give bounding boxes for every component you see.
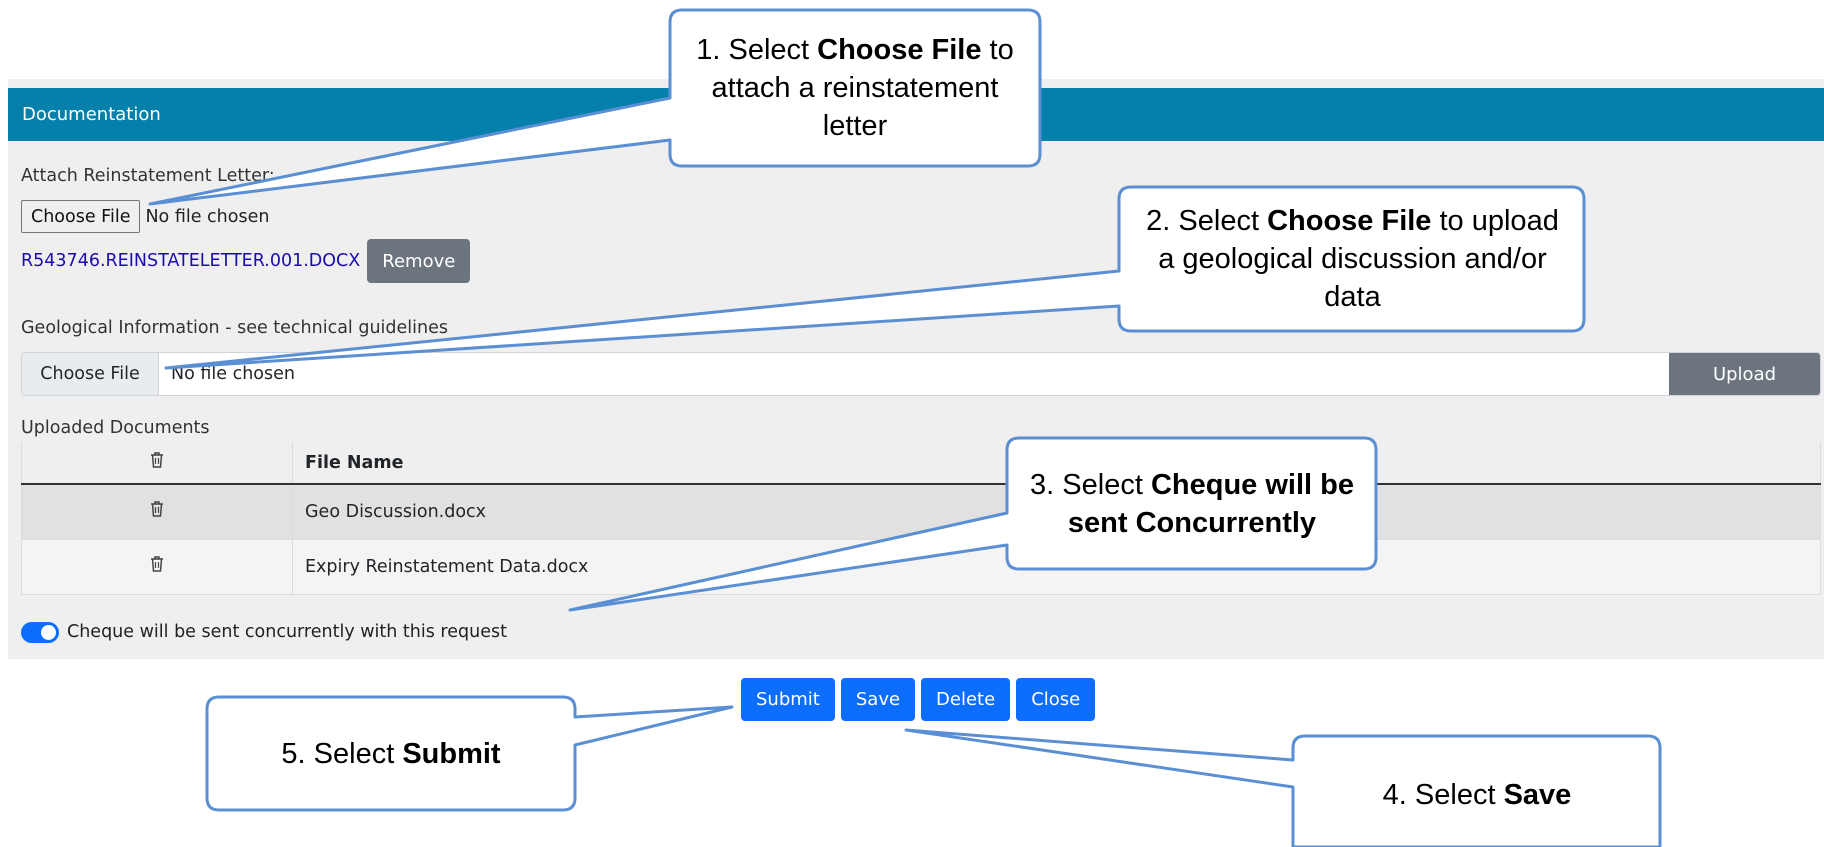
letter-choose-file-button[interactable]: Choose File [21, 200, 141, 233]
table-header-row: File Name [21, 442, 1821, 485]
cheque-toggle[interactable] [21, 621, 59, 643]
callout-1: 1. Select Choose File to attach a reinst… [696, 34, 1014, 142]
delete-column-header [21, 442, 293, 485]
letter-file-status: No file chosen [145, 206, 270, 227]
geo-file-status: No file chosen [171, 364, 295, 384]
cheque-toggle-label: Cheque will be sent concurrently with th… [67, 622, 507, 642]
close-button[interactable]: Close [1016, 678, 1096, 721]
geological-info-label: Geological Information - see technical g… [21, 318, 448, 338]
delete-cell[interactable] [21, 483, 293, 539]
trash-icon [151, 452, 163, 468]
uploaded-documents-label: Uploaded Documents [21, 418, 210, 438]
letter-file-input: Choose File No file chosen [21, 200, 269, 233]
geological-file-input: Choose File No file chosen Upload [21, 352, 1821, 396]
submit-button[interactable]: Submit [741, 678, 835, 721]
attach-letter-label: Attach Reinstatement Letter: [21, 166, 275, 186]
callout-5: 5. Select Submit [281, 737, 501, 770]
callout-2: 2. Select Choose File to upload a geolog… [1146, 205, 1559, 313]
trash-icon[interactable] [149, 500, 165, 518]
remove-button[interactable]: Remove [367, 239, 471, 283]
attached-letter-link[interactable]: R543746.REINSTATELETTER.001.DOCX [21, 251, 360, 271]
cheque-toggle-row: Cheque will be sent concurrently with th… [21, 619, 507, 645]
delete-cell[interactable] [21, 538, 293, 595]
save-button[interactable]: Save [840, 678, 916, 721]
uploaded-documents-table: File Name Geo Discussion.docx Expiry Rei… [21, 442, 1821, 595]
trash-icon[interactable] [149, 555, 165, 573]
callout-3: 3. Select Cheque will be sent Concurrent… [1030, 468, 1354, 539]
callout-4: 4. Select Save [1382, 779, 1572, 811]
upload-button[interactable]: Upload [1669, 353, 1820, 395]
delete-button[interactable]: Delete [921, 678, 1011, 721]
table-row: Geo Discussion.docx [21, 483, 1821, 539]
table-row: Expiry Reinstatement Data.docx [21, 538, 1821, 595]
attached-letter-row: R543746.REINSTATELETTER.001.DOCX Remove [21, 239, 471, 283]
action-buttons: Submit Save Delete Close [741, 678, 1096, 721]
geo-choose-file-button[interactable]: Choose File [22, 353, 159, 395]
